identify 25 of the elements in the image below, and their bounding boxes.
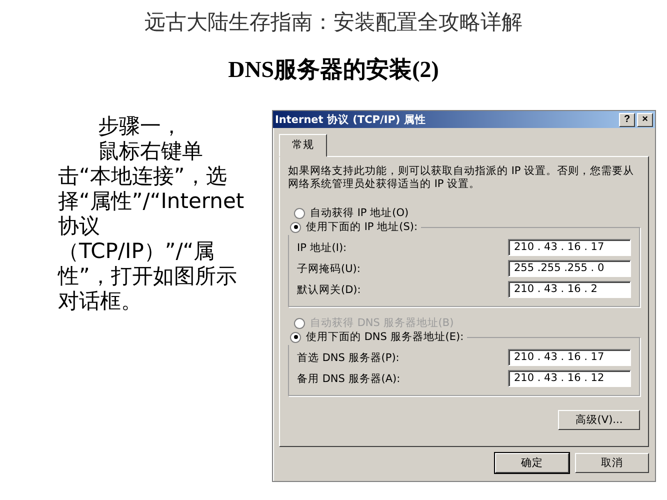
ip-address-field[interactable]: 210 . 43 . 16 . 17	[508, 349, 631, 366]
ip-address-field[interactable]: 210 . 43 . 16 . 17	[508, 239, 631, 256]
ok-button[interactable]: 确定	[495, 453, 569, 473]
cancel-button[interactable]: 取消	[575, 453, 649, 473]
advanced-button[interactable]: 高级(V)...	[558, 410, 640, 430]
help-button[interactable]: ?	[619, 112, 635, 126]
radio-option[interactable]: 自动获得 IP 地址(O)	[288, 205, 640, 221]
radio-option[interactable]: 使用下面的 DNS 服务器地址(E):	[287, 329, 467, 345]
field-label: 首选 DNS 服务器(P):	[297, 350, 400, 364]
close-button[interactable]: ×	[637, 112, 653, 126]
page-title: 远古大陆生存指南：安装配置全攻略详解	[144, 9, 524, 36]
radio-option[interactable]: 使用下面的 IP 地址(S):	[287, 219, 420, 235]
field-label: 备用 DNS 服务器(A):	[297, 372, 400, 386]
instruction-text: 鼠标右键单击“本地连接”，选择“属性”/“Internet协议（TCP/IP）”/“属性”，打开如图所示对话框。	[58, 139, 246, 314]
slide-title: DNS服务器的安装(2)	[227, 56, 440, 84]
ip-address-field[interactable]: 255 .255 .255 . 0	[508, 260, 631, 277]
intro-text: 如果网络支持此功能，则可以获取自动指派的 IP 设置。否则，您需要从网络系统管理员处获得适当的 IP 设置。	[288, 165, 636, 191]
field-label: 子网掩码(U):	[297, 262, 360, 276]
tab[interactable]: 常规	[279, 134, 327, 157]
ip-address-field[interactable]: 210 . 43 . 16 . 2	[508, 281, 631, 298]
window-title: Internet 协议 (TCP/IP) 属性	[275, 112, 427, 126]
field-label: IP 地址(I):	[297, 240, 347, 254]
step-heading: 步骤一，	[97, 114, 183, 139]
ip-address-field[interactable]: 210 . 43 . 16 . 12	[508, 370, 631, 387]
field-label: 默认网关(D):	[297, 282, 361, 296]
